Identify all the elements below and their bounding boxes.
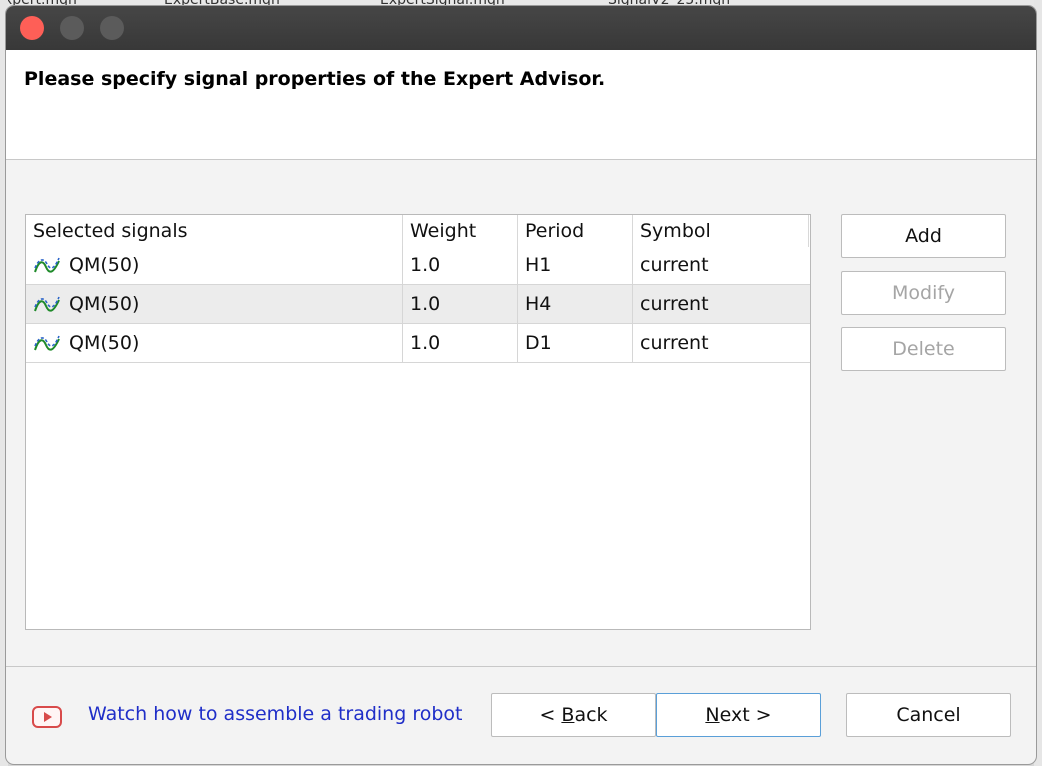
signal-name: QM(50) [69,254,140,276]
help-video-link[interactable]: Watch how to assemble a trading robot [88,703,462,725]
column-header-symbol[interactable]: Symbol [633,215,809,247]
modify-button[interactable]: Modify [841,271,1006,315]
wizard-dialog: Please specify signal properties of the … [6,6,1036,764]
signal-name-cell: QM(50) [26,324,403,362]
list-header: Selected signals Weight Period Symbol [26,215,809,247]
table-row[interactable]: QM(50) 1.0 H1 current [26,246,810,285]
wizard-header: Please specify signal properties of the … [6,50,1036,160]
signal-name: QM(50) [69,332,140,354]
signal-wave-icon [34,335,60,351]
table-row[interactable]: QM(50) 1.0 D1 current [26,324,810,363]
period-cell: H4 [518,285,633,323]
footer-divider [6,666,1036,667]
signal-wave-icon [34,296,60,312]
symbol-cell: current [640,332,709,354]
next-button[interactable]: Next > [656,693,821,737]
back-label-rest: ack [574,704,608,726]
weight-cell: 1.0 [403,246,518,284]
column-header-period[interactable]: Period [518,215,633,247]
selected-signals-list[interactable]: Selected signals Weight Period Symbol QM… [25,214,811,630]
signal-name: QM(50) [69,293,140,315]
title-bar[interactable] [6,6,1036,50]
delete-button[interactable]: Delete [841,327,1006,371]
zoom-window-button[interactable] [100,16,124,40]
signal-name-cell: QM(50) [26,246,403,284]
back-button[interactable]: < Back [491,693,656,737]
back-prefix: < [539,704,562,726]
weight-cell: 1.0 [403,324,518,362]
period-cell: H1 [518,246,633,284]
signal-name-cell: QM(50) [26,285,403,323]
column-header-weight[interactable]: Weight [403,215,518,247]
next-label-rest: ext > [719,704,772,726]
weight-cell: 1.0 [403,285,518,323]
symbol-cell: current [640,293,709,315]
column-header-selected-signals[interactable]: Selected signals [26,215,403,247]
period-cell: D1 [518,324,633,362]
signal-wave-icon [34,257,60,273]
add-button[interactable]: Add [841,214,1006,258]
minimize-window-button[interactable] [60,16,84,40]
youtube-play-icon[interactable] [32,706,62,728]
close-window-button[interactable] [20,16,44,40]
cancel-button[interactable]: Cancel [846,693,1011,737]
symbol-cell: current [640,254,709,276]
table-row[interactable]: QM(50) 1.0 H4 current [26,285,810,324]
page-title: Please specify signal properties of the … [24,68,606,90]
back-mnemonic: B [561,704,575,726]
next-mnemonic: N [705,704,720,726]
